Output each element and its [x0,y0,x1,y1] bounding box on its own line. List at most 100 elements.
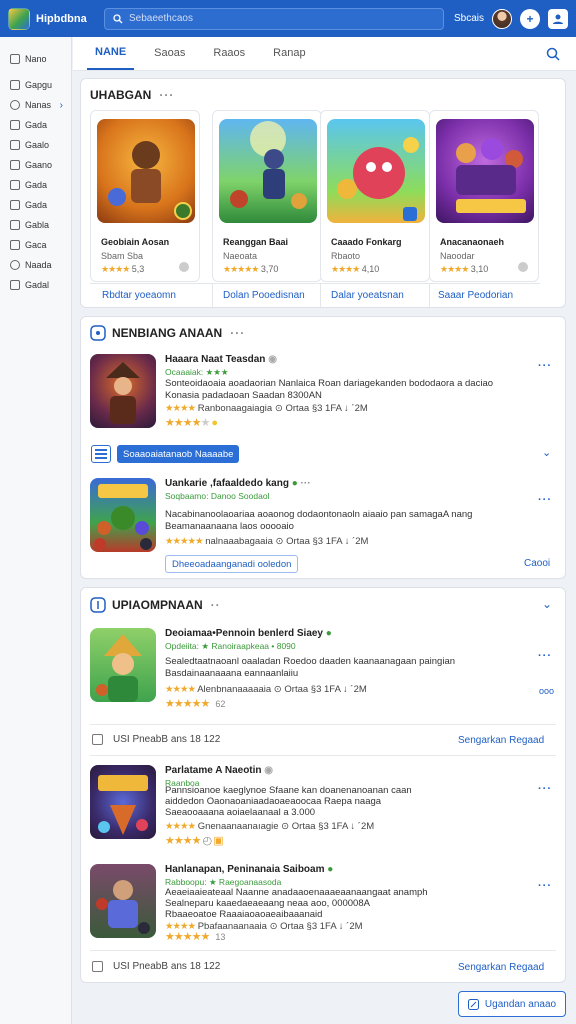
sidebar-item-8[interactable]: Gabla [0,215,71,235]
profile-button[interactable] [548,8,568,29]
item-meta: ★★★★ Ranbonaagaiagia ⊙ Ortaa §3 1FA ↓ ´2… [165,403,368,414]
list-item[interactable]: Parlatame A Naeotin ◉ Raanboa Pannsioano… [90,765,566,847]
featured-card-3[interactable]: Caaado Fonkarg Rbaoto ★★★★ 4,10 [320,110,430,282]
featured-card-2[interactable]: Reanggan Baai Naeoata ★★★★★ 3,70 [212,110,322,282]
card-link-4[interactable]: Saaar Peodorian [430,283,540,307]
item-meta: ★★★★★ nalnaaabagaaia ⊙ Ortaa §3 1FA ↓ ´2… [165,536,368,547]
avatar[interactable] [492,8,512,29]
rating-value: 3,70 [260,264,279,274]
more-icon[interactable]: ·· [211,598,221,612]
featured-title-text: UHABGAN [90,88,152,102]
sidebar-item-5[interactable]: Gaano [0,155,71,175]
card-subtitle: Naeoata [223,251,258,261]
tag-chip-outline[interactable]: Dheeoadaanganadi ooledon [165,555,299,573]
more-icon[interactable]: ··· [538,880,552,892]
more-icon[interactable]: ··· [538,783,552,795]
more-icon[interactable]: ··· [538,360,552,372]
item-title: Deoiamaa•Pennoin benlerd Siaey ● [165,628,332,639]
item-description-2: Beamanaanaana laos ooooaio [165,521,294,532]
more-icon[interactable]: ··· [538,650,552,662]
item-description: Sonteoidaoaia aoadaorian Nanlaica Roan d… [165,378,494,389]
section-2-title: NENBIANG ANAAN [112,326,223,340]
list-item[interactable]: Hanlanapan, Peninanaia Saiboam ● Rabboop… [90,864,566,944]
footnote-link[interactable]: Sengarkan Regaad [458,962,544,973]
sidebar-item-1[interactable]: Gapgu [0,75,71,95]
featured-card-1[interactable]: Geobiain Aosan Sbam Sba ★★★★ 5,3 [90,110,200,282]
item-description-2: Basdainaanaaana eannaanlaiiu [165,668,299,679]
more-icon[interactable]: ooo [539,686,554,696]
tab-4[interactable]: Ranap [265,36,313,70]
badge-icon: ▣ [213,835,223,847]
doc-icon [10,160,20,170]
sidebar-item-label: Gaano [25,160,53,170]
grid-icon [10,54,20,64]
item-description-3: Saeaooaaana aoiaelaanaal a 3.000 [165,807,316,818]
item-meta-text: Alenbnanaaaaaia ⊙ Ortaa §3 1FA ↓ ´2M [197,684,367,695]
sidebar-item-9[interactable]: Gaca [0,235,71,255]
more-icon[interactable]: ··· [538,494,552,506]
more-icon[interactable]: ··· [301,478,311,489]
rating-stars: ★★★★ ◴ ▣ [165,835,224,847]
card-link-3[interactable]: Dalar yoeatsnan [321,283,429,307]
rating-stars: ★★★★★ 13 [165,931,226,943]
sidebar-item-label: Gadal [25,280,50,290]
tab-3[interactable]: Raaos [205,36,253,70]
collapse-icon[interactable]: ⌄ [542,597,552,611]
card-subtitle: Sbam Sba [101,251,144,261]
footnote-link[interactable]: Sengarkan Regaad [458,735,544,746]
section-2-header: NENBIANG ANAAN ··· [90,325,245,341]
chevron-down-icon[interactable]: ⌄ [542,446,551,459]
user-icon [553,14,563,24]
list-icon[interactable] [91,445,111,463]
verified-icon: ◉ [268,354,277,365]
tab-2[interactable]: Saoas [146,36,193,70]
user-name[interactable]: Sbcais [454,13,484,24]
card-link-1[interactable]: Rbdtar yoeaomn [90,283,212,307]
sidebar-item-2[interactable]: Nanas › [0,95,71,115]
card-rating: ★★★★ 5,3 [101,264,144,275]
section-2-link[interactable]: Caooi [524,558,550,569]
clock-icon: ◴ [202,835,213,847]
rating-value: 3,10 [470,264,489,274]
game-thumbnail [90,864,156,938]
footnote: USI PneabB ans 18 122 [92,734,220,745]
card-subtitle: Rbaoto [331,251,361,261]
card-title: Reanggan Baai [223,237,289,247]
sidebar-item-3[interactable]: Gada [0,115,71,135]
game-thumbnail [90,628,156,702]
sidebar-item-7[interactable]: Gada [0,195,71,215]
search-icon [113,13,123,23]
app-logo[interactable] [8,7,30,30]
card-link-2[interactable]: Dolan Pooedisnan [213,283,320,307]
card-title: Caaado Fonkarg [331,237,402,247]
sidebar-item-6[interactable]: Gada [0,175,71,195]
tag-chip[interactable]: Soaaoaiatanaob Naaaabe [117,445,240,463]
card-rating: ★★★★ 3,10 [440,264,488,275]
featured-card-4[interactable]: Anacanaonaeh Naoodar ★★★★ 3,10 [429,110,539,282]
sidebar-item-label: Nanas [25,100,52,110]
search-icon[interactable] [546,47,560,61]
game-art-2 [219,119,317,223]
item-title: Parlatame A Naeotin ◉ [165,765,273,776]
list-item[interactable]: Uankarie ,fafaaldedo kang ● ··· Soqbaamo… [90,478,566,556]
item-title-text: Deoiamaa•Pennoin benlerd Siaey [165,628,323,639]
sidebar-item-0[interactable]: Nano [0,49,71,69]
more-icon[interactable]: ··· [230,326,245,340]
sidebar-item-4[interactable]: Gaalo [0,135,71,155]
more-icon[interactable]: ··· [159,88,174,102]
leaf-icon: ● [325,628,332,639]
rating-count: 62 [215,699,226,709]
leaf-icon: ● [291,478,298,489]
bottom-action-button[interactable]: Ugandan anaao [458,991,566,1017]
info-icon [92,961,103,972]
sidebar-item-11[interactable]: Gadal [0,275,71,295]
tab-home[interactable]: NANE [87,36,135,70]
add-button[interactable]: + [520,8,540,29]
rating-count: 13 [215,932,226,942]
search-input[interactable]: Sebaeethcaos [104,7,444,30]
list-item[interactable]: Haaara Naat Teasdan ◉ Ocaaaiak: ★★★ Sont… [90,354,566,432]
chevron-right-icon: › [59,99,63,111]
list-item[interactable]: Deoiamaa•Pennoin benlerd Siaey ● Opdeiit… [90,628,566,714]
sidebar-item-10[interactable]: Naada [0,255,71,275]
rating-stars: ★★★★ [331,264,360,274]
